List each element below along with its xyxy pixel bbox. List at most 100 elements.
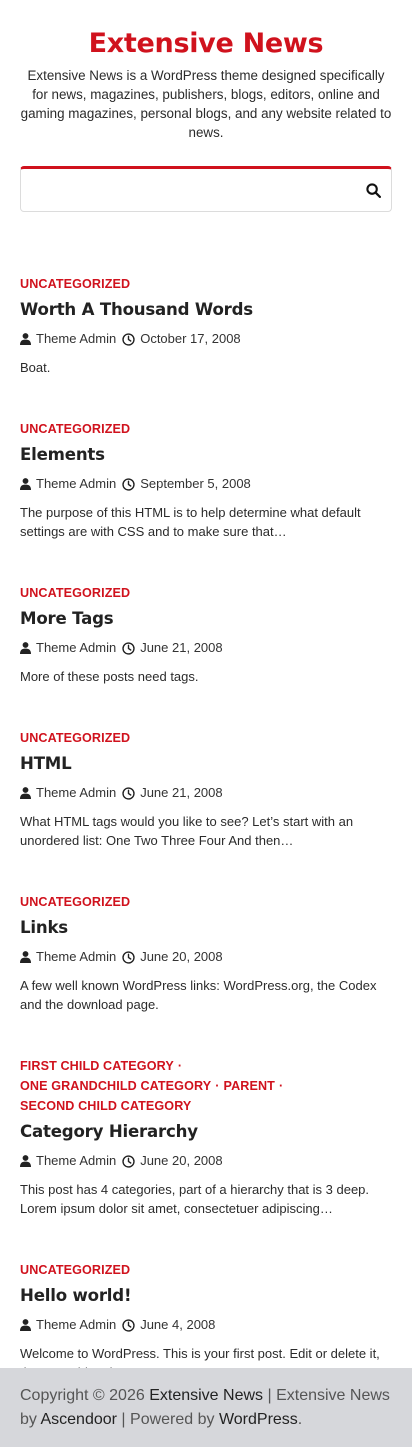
post-title[interactable]: Hello world!	[20, 1284, 392, 1308]
post-categories: UNCATEGORIZED	[20, 728, 392, 748]
site-footer: Copyright © 2026 Extensive News | Extens…	[0, 1368, 412, 1447]
post-categories: UNCATEGORIZED	[20, 419, 392, 439]
post-author-name: Theme Admin	[36, 1153, 117, 1168]
post-meta: Theme Admin June 4, 2008	[20, 1316, 392, 1334]
category-link[interactable]: UNCATEGORIZED	[20, 731, 130, 745]
post-categories: UNCATEGORIZED	[20, 274, 392, 294]
post-excerpt: A few well known WordPress links: WordPr…	[20, 978, 377, 1012]
user-icon	[20, 642, 31, 654]
post-date[interactable]: June 20, 2008	[122, 1152, 223, 1170]
footer-wordpress-link[interactable]: WordPress	[219, 1411, 298, 1428]
clock-icon	[122, 641, 135, 655]
footer-copyright: Copyright © 2026	[20, 1387, 150, 1404]
post-item: UNCATEGORIZED Links Theme Admin June 20, 20…	[20, 892, 392, 1014]
post-author-name: Theme Admin	[36, 640, 117, 655]
post-item: UNCATEGORIZED Elements Theme Admin Septembe…	[20, 419, 392, 541]
user-icon	[20, 333, 31, 345]
post-meta: Theme Admin September 5, 2008	[20, 475, 392, 493]
site-title[interactable]: Extensive News	[20, 28, 392, 60]
post-meta: Theme Admin June 21, 2008	[20, 639, 392, 657]
post-author-name: Theme Admin	[36, 949, 117, 964]
user-icon	[20, 1155, 31, 1167]
post-title[interactable]: Worth A Thousand Words	[20, 298, 392, 322]
post-author[interactable]: Theme Admin	[20, 639, 116, 657]
post-meta: Theme Admin June 20, 2008	[20, 1152, 392, 1170]
search-form	[20, 166, 392, 212]
post-date[interactable]: September 5, 2008	[122, 475, 251, 493]
post-title[interactable]: Links	[20, 916, 392, 940]
post-author[interactable]: Theme Admin	[20, 784, 116, 802]
post-meta: Theme Admin October 17, 2008	[20, 330, 392, 348]
category-link[interactable]: PARENT	[224, 1079, 275, 1093]
post-date[interactable]: June 21, 2008	[122, 639, 223, 657]
post-author-name: Theme Admin	[36, 1317, 117, 1332]
post-date-text: June 21, 2008	[140, 640, 223, 655]
site-tagline: Extensive News is a WordPress theme desi…	[20, 68, 392, 140]
post-date[interactable]: June 20, 2008	[122, 948, 223, 966]
post-date[interactable]: June 4, 2008	[122, 1316, 215, 1334]
clock-icon	[122, 950, 135, 964]
user-icon	[20, 478, 31, 490]
category-link[interactable]: UNCATEGORIZED	[20, 422, 130, 436]
post-list: UNCATEGORIZED Worth A Thousand Words Theme…	[0, 274, 412, 1382]
post-author[interactable]: Theme Admin	[20, 330, 116, 348]
post-item: UNCATEGORIZED HTML Theme Admin June 21, 200…	[20, 728, 392, 850]
clock-icon	[122, 332, 135, 346]
post-title[interactable]: Category Hierarchy	[20, 1120, 392, 1144]
category-link[interactable]: UNCATEGORIZED	[20, 895, 130, 909]
user-icon	[20, 787, 31, 799]
post-date[interactable]: June 21, 2008	[122, 784, 223, 802]
post-author-name: Theme Admin	[36, 331, 117, 346]
post-meta: Theme Admin June 20, 2008	[20, 948, 392, 966]
post-excerpt: More of these posts need tags.	[20, 669, 199, 684]
post-excerpt: This post has 4 categories, part of a hi…	[20, 1182, 370, 1216]
post-categories: FIRST CHILD CATEGORY · ONE GRANDCHILD CATE…	[20, 1056, 392, 1116]
clock-icon	[122, 1318, 135, 1332]
category-separator: ·	[278, 1079, 284, 1093]
site-header: Extensive News Extensive News is a WordP…	[0, 0, 412, 142]
post-excerpt: What HTML tags would you like to see? Le…	[20, 814, 354, 848]
search-icon	[365, 182, 381, 198]
post-author-name: Theme Admin	[36, 476, 117, 491]
search-button[interactable]	[355, 169, 391, 211]
post-categories: UNCATEGORIZED	[20, 583, 392, 603]
post-title[interactable]: More Tags	[20, 607, 392, 631]
post-excerpt: The purpose of this HTML is to help dete…	[20, 505, 361, 539]
search-input[interactable]	[21, 169, 355, 211]
footer-suffix: .	[297, 1411, 303, 1428]
category-link[interactable]: UNCATEGORIZED	[20, 1263, 130, 1277]
user-icon	[20, 951, 31, 963]
post-meta: Theme Admin June 21, 2008	[20, 784, 392, 802]
post-author[interactable]: Theme Admin	[20, 1152, 116, 1170]
post-date-text: June 4, 2008	[140, 1317, 216, 1332]
category-link[interactable]: FIRST CHILD CATEGORY	[20, 1059, 174, 1073]
post-title[interactable]: Elements	[20, 443, 392, 467]
post-item: UNCATEGORIZED More Tags Theme Admin June 21…	[20, 583, 392, 686]
post-item: UNCATEGORIZED Worth A Thousand Words Theme…	[20, 274, 392, 377]
post-date-text: June 20, 2008	[140, 1153, 223, 1168]
clock-icon	[122, 786, 135, 800]
post-author[interactable]: Theme Admin	[20, 948, 116, 966]
post-excerpt: Boat.	[20, 360, 51, 375]
post-author[interactable]: Theme Admin	[20, 1316, 116, 1334]
category-link[interactable]: UNCATEGORIZED	[20, 586, 130, 600]
post-date-text: June 21, 2008	[140, 785, 223, 800]
clock-icon	[122, 1154, 135, 1168]
post-date-text: October 17, 2008	[140, 331, 241, 346]
post-title[interactable]: HTML	[20, 752, 392, 776]
post-date-text: September 5, 2008	[140, 476, 251, 491]
clock-icon	[122, 477, 135, 491]
footer-site-link[interactable]: Extensive News	[149, 1387, 263, 1404]
footer-author-link[interactable]: Ascendoor	[40, 1411, 117, 1428]
post-date-text: June 20, 2008	[140, 949, 223, 964]
post-date[interactable]: October 17, 2008	[122, 330, 241, 348]
post-categories: UNCATEGORIZED	[20, 1260, 392, 1280]
post-item: UNCATEGORIZED Hello world! Theme Admin June…	[20, 1260, 392, 1382]
user-icon	[20, 1319, 31, 1331]
post-author[interactable]: Theme Admin	[20, 475, 116, 493]
category-link[interactable]: SECOND CHILD CATEGORY	[20, 1099, 191, 1113]
category-link[interactable]: ONE GRANDCHILD CATEGORY	[20, 1079, 211, 1093]
footer-sep-2: | Powered by	[116, 1411, 219, 1428]
category-link[interactable]: UNCATEGORIZED	[20, 277, 130, 291]
post-author-name: Theme Admin	[36, 785, 117, 800]
